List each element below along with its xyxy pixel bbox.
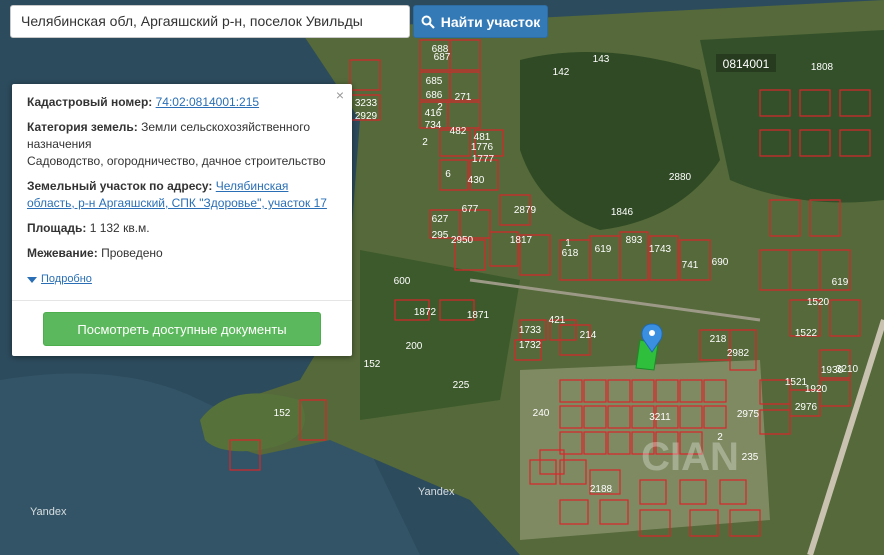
plot-number-label: 2982	[727, 348, 750, 359]
plot-number-label: 218	[710, 334, 727, 345]
more-details-toggle[interactable]: Подробно	[27, 271, 338, 288]
plot-number-label: 143	[593, 54, 610, 65]
plot-number-label: 1808	[811, 62, 834, 73]
plot-number-label: 3210	[836, 364, 859, 375]
plot-number-label: 3233	[355, 98, 378, 109]
search-icon	[421, 15, 435, 29]
yandex-watermark: Yandex	[418, 486, 455, 498]
plot-number-label: 627	[432, 214, 449, 225]
plot-number-label: 1520	[807, 297, 830, 308]
find-parcel-label: Найти участок	[440, 13, 541, 30]
survey-row: Межевание: Проведено	[27, 245, 338, 262]
plot-number-label: 2975	[737, 409, 760, 420]
close-icon[interactable]: ×	[336, 88, 344, 102]
land-category-row: Категория земель: Земли сельскохозяйстве…	[27, 119, 338, 170]
parcel-info-popup: × Кадастровый номер: 74:02:0814001:215 К…	[12, 84, 352, 356]
plot-number-label: 416	[425, 108, 442, 119]
plot-number-label: 1732	[519, 340, 542, 351]
cadastral-label: Кадастровый номер:	[27, 95, 153, 109]
plot-number-label: 235	[742, 452, 759, 463]
plot-number-label: 690	[712, 257, 729, 268]
plot-number-label: 893	[626, 235, 643, 246]
plot-number-label: 225	[453, 380, 470, 391]
plot-number-label: 619	[595, 244, 612, 255]
plot-number-label: 421	[549, 315, 566, 326]
plot-number-label: 1846	[611, 207, 634, 218]
popup-divider	[12, 300, 352, 301]
plot-number-label: 1743	[649, 244, 672, 255]
plot-number-label: 2976	[795, 402, 818, 413]
survey-value: Проведено	[101, 246, 163, 260]
land-category-label: Категория земель:	[27, 120, 138, 134]
plot-number-label: 2929	[355, 111, 378, 122]
plot-number-label: 1776	[471, 142, 494, 153]
chevron-down-icon	[27, 276, 37, 283]
address-row: Земельный участок по адресу: Челябинская…	[27, 178, 338, 212]
plot-number-label: 214	[580, 330, 597, 341]
survey-label: Межевание:	[27, 246, 98, 260]
plot-number-label: 2	[422, 137, 428, 148]
plot-number-label: 142	[553, 67, 570, 78]
cadastral-row: Кадастровый номер: 74:02:0814001:215	[27, 94, 338, 111]
plot-number-label: 618	[562, 248, 579, 259]
plot-number-label: 1872	[414, 307, 437, 318]
cian-logo: CIAN	[641, 435, 739, 479]
plot-number-label: 1733	[519, 325, 542, 336]
plot-number-label: 619	[832, 277, 849, 288]
plot-number-label: 734	[425, 120, 442, 131]
view-documents-button[interactable]: Посмотреть доступные документы	[43, 312, 321, 346]
plot-number-label: 430	[468, 175, 485, 186]
plot-number-label: 2950	[451, 235, 474, 246]
plot-number-label: 687	[434, 52, 451, 63]
area-value: 1 132 кв.м.	[89, 221, 150, 235]
plot-number-label: 2879	[514, 205, 537, 216]
plot-number-label: 1817	[510, 235, 533, 246]
plot-number-label: 271	[455, 92, 472, 103]
plot-number-label: 295	[432, 230, 449, 241]
plot-number-label: 1920	[805, 384, 828, 395]
area-label: Площадь:	[27, 221, 87, 235]
area-row: Площадь: 1 132 кв.м.	[27, 220, 338, 237]
plot-number-label: 3211	[649, 412, 671, 423]
plot-number-label: 200	[406, 341, 423, 352]
land-usage-value: Садоводство, огородничество, дачное стро…	[27, 154, 326, 168]
plot-number-label: 600	[394, 276, 411, 287]
plot-number-label: 152	[364, 359, 381, 370]
find-parcel-button[interactable]: Найти участок	[413, 5, 548, 38]
plot-number-label: 2880	[669, 172, 692, 183]
plot-number-label: 152	[274, 408, 291, 419]
more-details-link[interactable]: Подробно	[41, 271, 92, 288]
plot-number-label: 741	[682, 260, 699, 271]
plot-number-label: 1777	[472, 154, 495, 165]
plot-number-label: 686	[426, 90, 443, 101]
plot-number-label: 2188	[590, 484, 613, 495]
quarter-label: 0814001	[723, 57, 770, 71]
plot-number-label: 1522	[795, 328, 818, 339]
plot-number-label: 1871	[467, 310, 490, 321]
yandex-watermark: Yandex	[30, 506, 67, 518]
forest-dark-3	[360, 250, 520, 420]
address-search-input[interactable]: Челябинская обл, Аргаяшский р-н, поселок…	[10, 5, 410, 38]
plot-number-label: 685	[426, 76, 443, 87]
address-label: Земельный участок по адресу:	[27, 179, 213, 193]
cadastral-number-link[interactable]: 74:02:0814001:215	[156, 95, 259, 109]
plot-number-label: 6	[445, 169, 451, 180]
plot-number-label: 240	[533, 408, 550, 419]
plot-number-label: 677	[462, 204, 479, 215]
plot-number-label: 482	[450, 126, 467, 137]
